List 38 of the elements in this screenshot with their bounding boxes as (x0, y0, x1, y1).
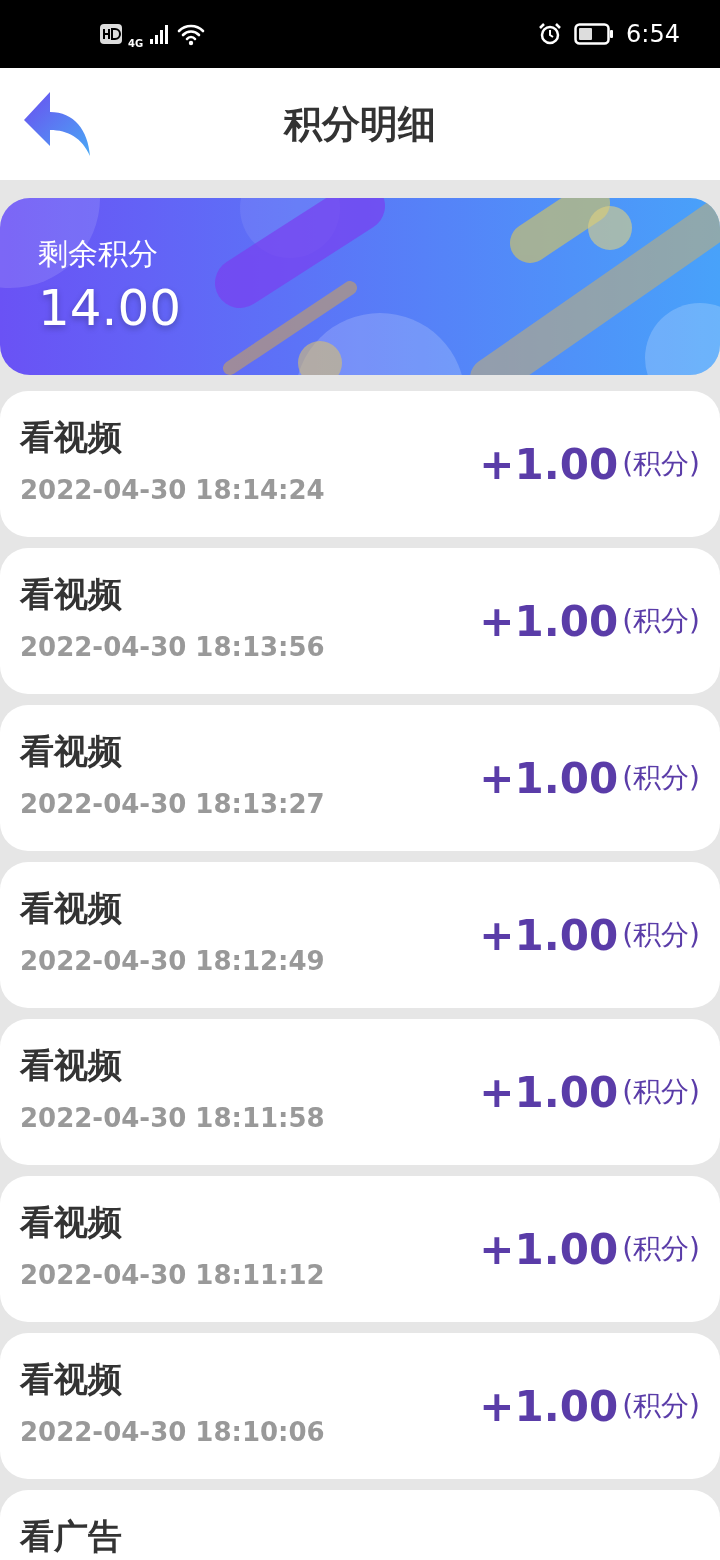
points-amount: +1.00 (479, 439, 619, 489)
record-time: 2022-04-30 18:12:49 (20, 946, 326, 976)
record-title: 看视频 (20, 573, 123, 616)
points-amount: +1.00 (479, 1067, 619, 1117)
record-time: 2022-04-30 18:14:24 (20, 475, 326, 505)
hd-icon (100, 24, 122, 44)
points-unit: (积分) (622, 760, 700, 796)
points-amount: +1.00 (479, 1224, 619, 1274)
points-unit: (积分) (622, 917, 700, 953)
points-amount: +1.00 (479, 596, 619, 646)
record-title: 看视频 (20, 1201, 123, 1244)
record-title: 看视频 (20, 730, 123, 773)
record-title: 看广告 (20, 1515, 123, 1558)
record-title: 看视频 (20, 887, 123, 930)
clock-time: 6:54 (626, 20, 680, 48)
points-unit: (积分) (622, 446, 700, 482)
alarm-icon (538, 22, 563, 46)
record-time: 2022-04-30 18:11:12 (20, 1260, 326, 1290)
record-time: 2022-04-30 18:13:27 (20, 789, 326, 819)
points-unit: (积分) (622, 1074, 700, 1110)
record-title: 看视频 (20, 1044, 123, 1087)
network-type: 4G (128, 37, 144, 49)
points-amount: +1.00 (479, 910, 619, 960)
points-unit: (积分) (622, 603, 700, 639)
wifi-icon (177, 22, 206, 46)
balance-label: 剩余积分 (38, 235, 159, 273)
record-title: 看视频 (20, 1358, 123, 1401)
points-amount: +1.00 (479, 753, 619, 803)
balance-value: 14.00 (38, 279, 183, 337)
page-title: 积分明细 (284, 100, 436, 148)
record-time: 2022-04-30 18:13:56 (20, 632, 326, 662)
record-time: 2022-04-30 18:10:06 (20, 1417, 326, 1447)
record-title: 看视频 (20, 416, 123, 459)
points-unit: (积分) (622, 1231, 700, 1267)
record-time: 2022-04-30 18:11:58 (20, 1103, 326, 1133)
battery-icon (574, 23, 615, 45)
points-unit: (积分) (622, 1388, 700, 1424)
points-amount: +1.00 (479, 1381, 619, 1431)
